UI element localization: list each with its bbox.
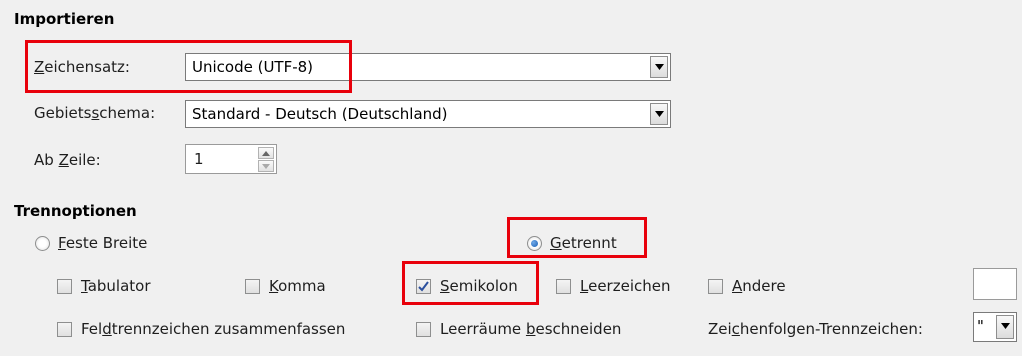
chevron-down-icon xyxy=(262,164,270,169)
import-section-title: Importieren xyxy=(14,10,115,28)
from-row-value: 1 xyxy=(194,150,204,168)
fixed-width-radio[interactable] xyxy=(35,236,50,251)
comma-checkbox[interactable] xyxy=(245,279,260,294)
locale-dropdown[interactable]: Standard - Deutsch (Deutschland) xyxy=(185,100,671,128)
spin-down-button[interactable] xyxy=(258,160,274,172)
space-checkbox[interactable] xyxy=(556,279,571,294)
chevron-up-icon xyxy=(262,151,270,156)
separated-highlight-box xyxy=(507,217,647,258)
locale-label: Gebietsschema: xyxy=(34,104,156,122)
separator-section-title: Trennoptionen xyxy=(14,202,137,220)
spin-up-button[interactable] xyxy=(258,147,274,159)
chevron-down-icon xyxy=(1001,323,1010,329)
tab-label[interactable]: Tabulator xyxy=(81,277,151,295)
chevron-down-icon xyxy=(655,111,664,117)
other-input[interactable] xyxy=(973,268,1017,300)
fixed-width-label[interactable]: Feste Breite xyxy=(58,234,147,252)
string-delimiter-label: Zeichenfolgen-Trennzeichen: xyxy=(708,320,923,338)
string-delimiter-value: " xyxy=(977,317,984,335)
string-delimiter-dropdown[interactable]: " xyxy=(973,312,1017,342)
chevron-down-icon xyxy=(655,64,664,70)
other-checkbox[interactable] xyxy=(708,279,723,294)
semicolon-highlight-box xyxy=(402,261,539,305)
charset-highlight-box xyxy=(25,40,352,93)
space-label[interactable]: Leerzeichen xyxy=(580,277,670,295)
charset-dropdown-button[interactable] xyxy=(650,56,668,78)
locale-dropdown-button[interactable] xyxy=(650,103,668,125)
comma-label[interactable]: Komma xyxy=(269,277,326,295)
locale-value: Standard - Deutsch (Deutschland) xyxy=(192,105,448,123)
from-row-label: Ab Zeile: xyxy=(34,151,101,169)
from-row-spinner[interactable]: 1 xyxy=(185,144,277,174)
string-delimiter-dropdown-button[interactable] xyxy=(996,315,1014,339)
merge-delimiters-label[interactable]: Feldtrennzeichen zusammenfassen xyxy=(81,320,345,338)
tab-checkbox[interactable] xyxy=(57,279,72,294)
merge-delimiters-checkbox[interactable] xyxy=(57,322,72,337)
trim-spaces-checkbox[interactable] xyxy=(416,322,431,337)
other-label[interactable]: Andere xyxy=(732,277,786,295)
trim-spaces-label[interactable]: Leerräume beschneiden xyxy=(440,320,621,338)
